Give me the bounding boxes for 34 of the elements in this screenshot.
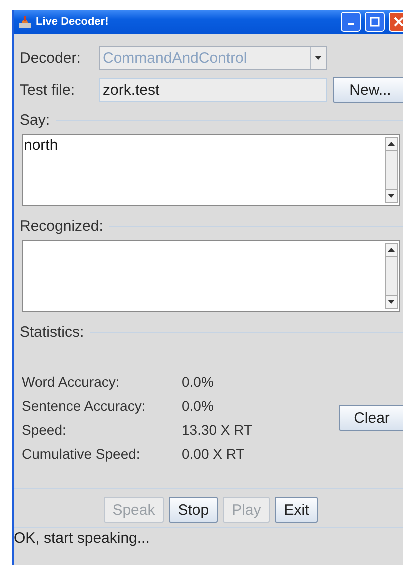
statistic-label: Cumulative Speed: xyxy=(22,446,142,462)
window-title: Live Decoder! xyxy=(36,16,110,28)
scrollbar[interactable] xyxy=(385,137,398,203)
say-text-area[interactable]: north xyxy=(22,134,400,206)
scrollbar[interactable] xyxy=(385,243,398,309)
new-button[interactable]: New... xyxy=(333,77,403,103)
maximize-button[interactable] xyxy=(365,12,385,32)
statistic-value: 13.30 X RT xyxy=(182,422,254,438)
dropdown-arrow-icon xyxy=(315,56,322,60)
minimize-button[interactable] xyxy=(341,12,361,32)
app-icon xyxy=(18,15,32,29)
test-file-label: Test file: xyxy=(20,82,76,98)
statistic-value: 0.0% xyxy=(182,398,215,414)
test-file-field[interactable]: zork.test xyxy=(99,78,327,102)
statistic-label: Speed: xyxy=(22,422,68,438)
section-label: Say: xyxy=(20,112,50,128)
scroll-up-icon xyxy=(388,248,395,252)
scroll-down-icon xyxy=(388,300,395,304)
statistic-label: Sentence Accuracy: xyxy=(22,398,147,414)
statistic-value: 0.00 X RT xyxy=(182,446,246,462)
statistic-label: Word Accuracy: xyxy=(22,374,121,390)
action-button[interactable]: Stop xyxy=(169,497,218,523)
scroll-up-icon xyxy=(388,142,395,146)
statistic-value: 0.0% xyxy=(182,374,215,390)
action-button[interactable]: Exit xyxy=(275,497,318,523)
decoder-label: Decoder: xyxy=(20,50,82,66)
maximize-icon xyxy=(370,17,380,27)
clear-button[interactable]: Clear xyxy=(339,405,403,431)
status-bar: OK, start speaking... xyxy=(14,527,403,547)
close-icon xyxy=(394,17,403,27)
scroll-down-icon xyxy=(388,194,395,198)
section-label: Statistics: xyxy=(20,324,84,340)
section-label: Recognized: xyxy=(20,218,104,234)
close-button[interactable] xyxy=(389,12,403,32)
